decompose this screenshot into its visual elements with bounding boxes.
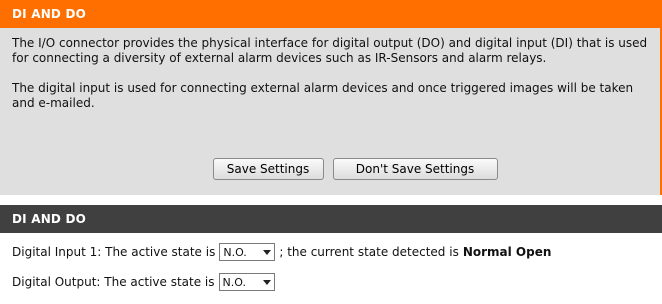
- save-settings-button[interactable]: Save Settings: [212, 158, 324, 180]
- di-do-settings-panel: DI AND DO Digital Input 1: The active st…: [0, 205, 662, 304]
- digital-output-label: Digital Output: The active state is: [12, 275, 215, 289]
- section-header-dark: DI AND DO: [0, 205, 662, 233]
- chevron-down-icon: [262, 279, 271, 285]
- chevron-down-icon: [263, 249, 272, 255]
- description-paragraph-1: The I/O connector provides the physical …: [12, 36, 648, 65]
- section-header-orange: DI AND DO: [0, 0, 660, 28]
- button-row: Save Settings Don't Save Settings: [0, 158, 660, 180]
- digital-output-state-select[interactable]: N.O.: [218, 273, 275, 291]
- dont-save-settings-button[interactable]: Don't Save Settings: [332, 158, 498, 180]
- section-title: DI AND DO: [12, 7, 87, 21]
- digital-output-row: Digital Output: The active state is N.O.: [0, 271, 662, 293]
- digital-input-1-label: Digital Input 1: The active state is: [12, 245, 216, 259]
- digital-input-1-row: Digital Input 1: The active state is N.O…: [0, 241, 662, 263]
- description-paragraph-2: The digital input is used for connecting…: [12, 81, 634, 110]
- description: The I/O connector provides the physical …: [0, 28, 660, 111]
- current-state-label: ; the current state detected is: [279, 245, 459, 259]
- section-title: DI AND DO: [12, 212, 87, 226]
- select-value: N.O.: [222, 275, 246, 289]
- di-do-info-panel: DI AND DO The I/O connector provides the…: [0, 0, 662, 195]
- digital-input-1-state-select[interactable]: N.O.: [219, 243, 276, 261]
- current-state-value: Normal Open: [462, 245, 552, 259]
- select-value: N.O.: [223, 245, 247, 259]
